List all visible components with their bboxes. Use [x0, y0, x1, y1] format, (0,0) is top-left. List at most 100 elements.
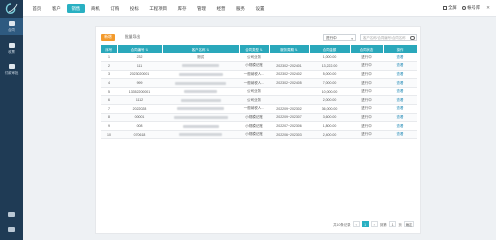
page-prev-button[interactable]: ‹ — [352, 221, 360, 227]
add-button[interactable]: 新增 — [101, 34, 115, 41]
nav-operation[interactable]: 经营 — [212, 4, 230, 13]
nav-settings[interactable]: 设置 — [251, 4, 269, 13]
table-row[interactable]: 3 2023020001 一般纳税人... 202302~202402 5,000.00… — [101, 70, 417, 80]
table-row[interactable]: 9 008 小规模记账 202207~202306 1,800.00 进行中 查看 — [101, 121, 417, 131]
cell-code: 999 — [117, 78, 162, 88]
table-row[interactable]: 2 111 小规模记账 202302~202401 13,222.00 进行中 查看 — [101, 61, 417, 71]
cell-code: 232 — [117, 53, 162, 63]
cell-type: 公司业务 — [239, 53, 269, 63]
cell-index: 1 — [101, 53, 117, 63]
nav-home[interactable]: 首页 — [28, 4, 46, 13]
status-filter-value: 进行中 — [326, 36, 337, 40]
cell-index: 9 — [101, 121, 117, 131]
table-row[interactable]: 6 1112 公司业务 2,000.00 进行中 查看 — [101, 95, 417, 106]
cell-customer — [162, 104, 239, 114]
table-row[interactable]: 7 2022028 一般纳税人... 202209~202302 36,000.00 进行… — [101, 104, 417, 114]
cell-type: 公司业务 — [239, 95, 269, 106]
nav-sales[interactable]: 销售 — [66, 4, 85, 13]
cell-action[interactable]: 查看 — [383, 70, 417, 80]
sidebar-item-payment[interactable]: 付款审批 — [0, 61, 23, 78]
col-header-type[interactable]: 合同类型⇅ — [239, 45, 270, 53]
cell-action[interactable]: 查看 — [383, 104, 417, 114]
cell-customer — [162, 87, 239, 97]
col-header-code[interactable]: 合同编号⇅ — [117, 45, 163, 53]
contract-icon — [8, 20, 15, 26]
cell-amount: 1,000.00 — [309, 53, 350, 63]
close-icon[interactable]: ✕ — [486, 5, 490, 11]
col-header-index: 序号 — [101, 45, 118, 53]
status-filter-select[interactable]: 进行中 ▾ — [323, 34, 356, 41]
fullscreen-button[interactable]: 全屏 — [448, 5, 457, 11]
cell-action[interactable]: 查看 — [383, 130, 417, 140]
cell-customer — [162, 121, 239, 131]
cell-type: 小规模记账 — [239, 121, 269, 131]
cell-amount: 10,000.00 — [309, 87, 350, 97]
nav-order[interactable]: 订购 — [106, 4, 124, 13]
invoice-icon — [8, 42, 15, 48]
cell-action[interactable]: 查看 — [383, 61, 417, 71]
table-row[interactable]: 10 070618 小规模记账 202206~202303 2,400.00 进行中 查看 — [101, 130, 417, 140]
col-header-customer[interactable]: 客户名称⇅ — [162, 45, 240, 53]
cell-customer — [162, 61, 239, 71]
cell-customer — [162, 78, 239, 88]
nav-project[interactable]: 工程项目 — [145, 4, 172, 13]
nav-customer[interactable]: 客户 — [47, 4, 65, 13]
nav-manage[interactable]: 管理 — [193, 4, 211, 13]
cell-amount: 3,600.00 — [309, 113, 350, 123]
cell-action[interactable]: 查看 — [383, 121, 417, 131]
table-row[interactable]: 1 232 测试 公司业务 1,000.00 进行中 查看 — [101, 53, 417, 63]
page-next-button[interactable]: › — [370, 221, 378, 227]
nav-service[interactable]: 服务 — [232, 4, 250, 13]
cell-status: 进行中 — [350, 78, 383, 88]
col-header-period[interactable]: 服务周期⇅ — [269, 45, 310, 53]
confirm-button[interactable]: 确定 — [404, 221, 414, 227]
redacted-text — [175, 81, 226, 85]
cell-action[interactable]: 查看 — [383, 95, 417, 106]
redacted-text — [182, 64, 219, 68]
nav-opportunity[interactable]: 商机 — [86, 4, 104, 13]
nav-bidding[interactable]: 投标 — [125, 4, 143, 13]
cell-type: 一般纳税人... — [239, 104, 269, 114]
sort-icon: ⇅ — [259, 47, 263, 52]
cell-amount: 1,800.00 — [309, 121, 350, 131]
goto-page-input[interactable]: 1 — [389, 221, 397, 227]
export-button[interactable]: 批量导出 — [121, 34, 144, 41]
col-header-status: 合同状态 — [350, 45, 384, 53]
cell-action[interactable]: 查看 — [383, 53, 417, 63]
user-icon[interactable] — [8, 227, 15, 232]
fullscreen-icon[interactable] — [442, 6, 447, 10]
page-button-1[interactable]: 1 — [361, 221, 369, 227]
account-button[interactable]: 帐号库 — [467, 5, 480, 11]
cell-code: 008 — [117, 121, 162, 131]
account-icon[interactable] — [461, 5, 467, 11]
cell-action[interactable]: 查看 — [383, 78, 417, 88]
col-header-label: 客户名称 — [191, 47, 206, 52]
cell-amount: 2,400.00 — [309, 130, 350, 140]
cell-type: 公司业务 — [239, 87, 269, 97]
cell-action[interactable]: 查看 — [383, 113, 417, 123]
table-row[interactable]: 8 00001 小规模记账 202209~202307 3,600.00 进行中 查看 — [101, 113, 417, 123]
chat-icon[interactable] — [8, 212, 15, 217]
cell-type: 一般纳税人... — [239, 78, 269, 88]
cell-code: 00001 — [117, 113, 162, 123]
nav-inventory[interactable]: 库存 — [173, 4, 191, 13]
cell-code: 2023020001 — [117, 70, 162, 80]
search-input[interactable]: 客户名称/合同编号/合同名称 — [360, 34, 417, 41]
sidebar-item-invoice[interactable]: 收票 — [0, 40, 23, 57]
top-right-tools: 全屏 帐号库 ✕ — [442, 5, 490, 11]
cell-action[interactable]: 查看 — [383, 87, 417, 97]
table-row[interactable]: 5 13352200001 公司业务 10,000.00 进行中 查看 — [101, 87, 417, 97]
cell-index: 6 — [101, 95, 117, 106]
redacted-text — [178, 73, 223, 77]
chevron-down-icon: ▾ — [351, 37, 353, 41]
table-row[interactable]: 4 999 一般纳税人... 202302~202405 7,000.00 进行中 查看 — [101, 78, 417, 88]
cell-status: 进行中 — [350, 130, 383, 140]
cell-type: 小规模记账 — [239, 130, 269, 140]
sidebar-item-contract[interactable]: 合同 — [0, 18, 23, 35]
search-icon[interactable] — [410, 35, 415, 40]
cell-code: 13352200001 — [117, 87, 162, 97]
col-header-label: 合同编号 — [130, 47, 145, 52]
cell-customer — [162, 95, 239, 106]
cell-period: 202302~202405 — [269, 78, 309, 88]
cell-code: 111 — [117, 61, 162, 71]
